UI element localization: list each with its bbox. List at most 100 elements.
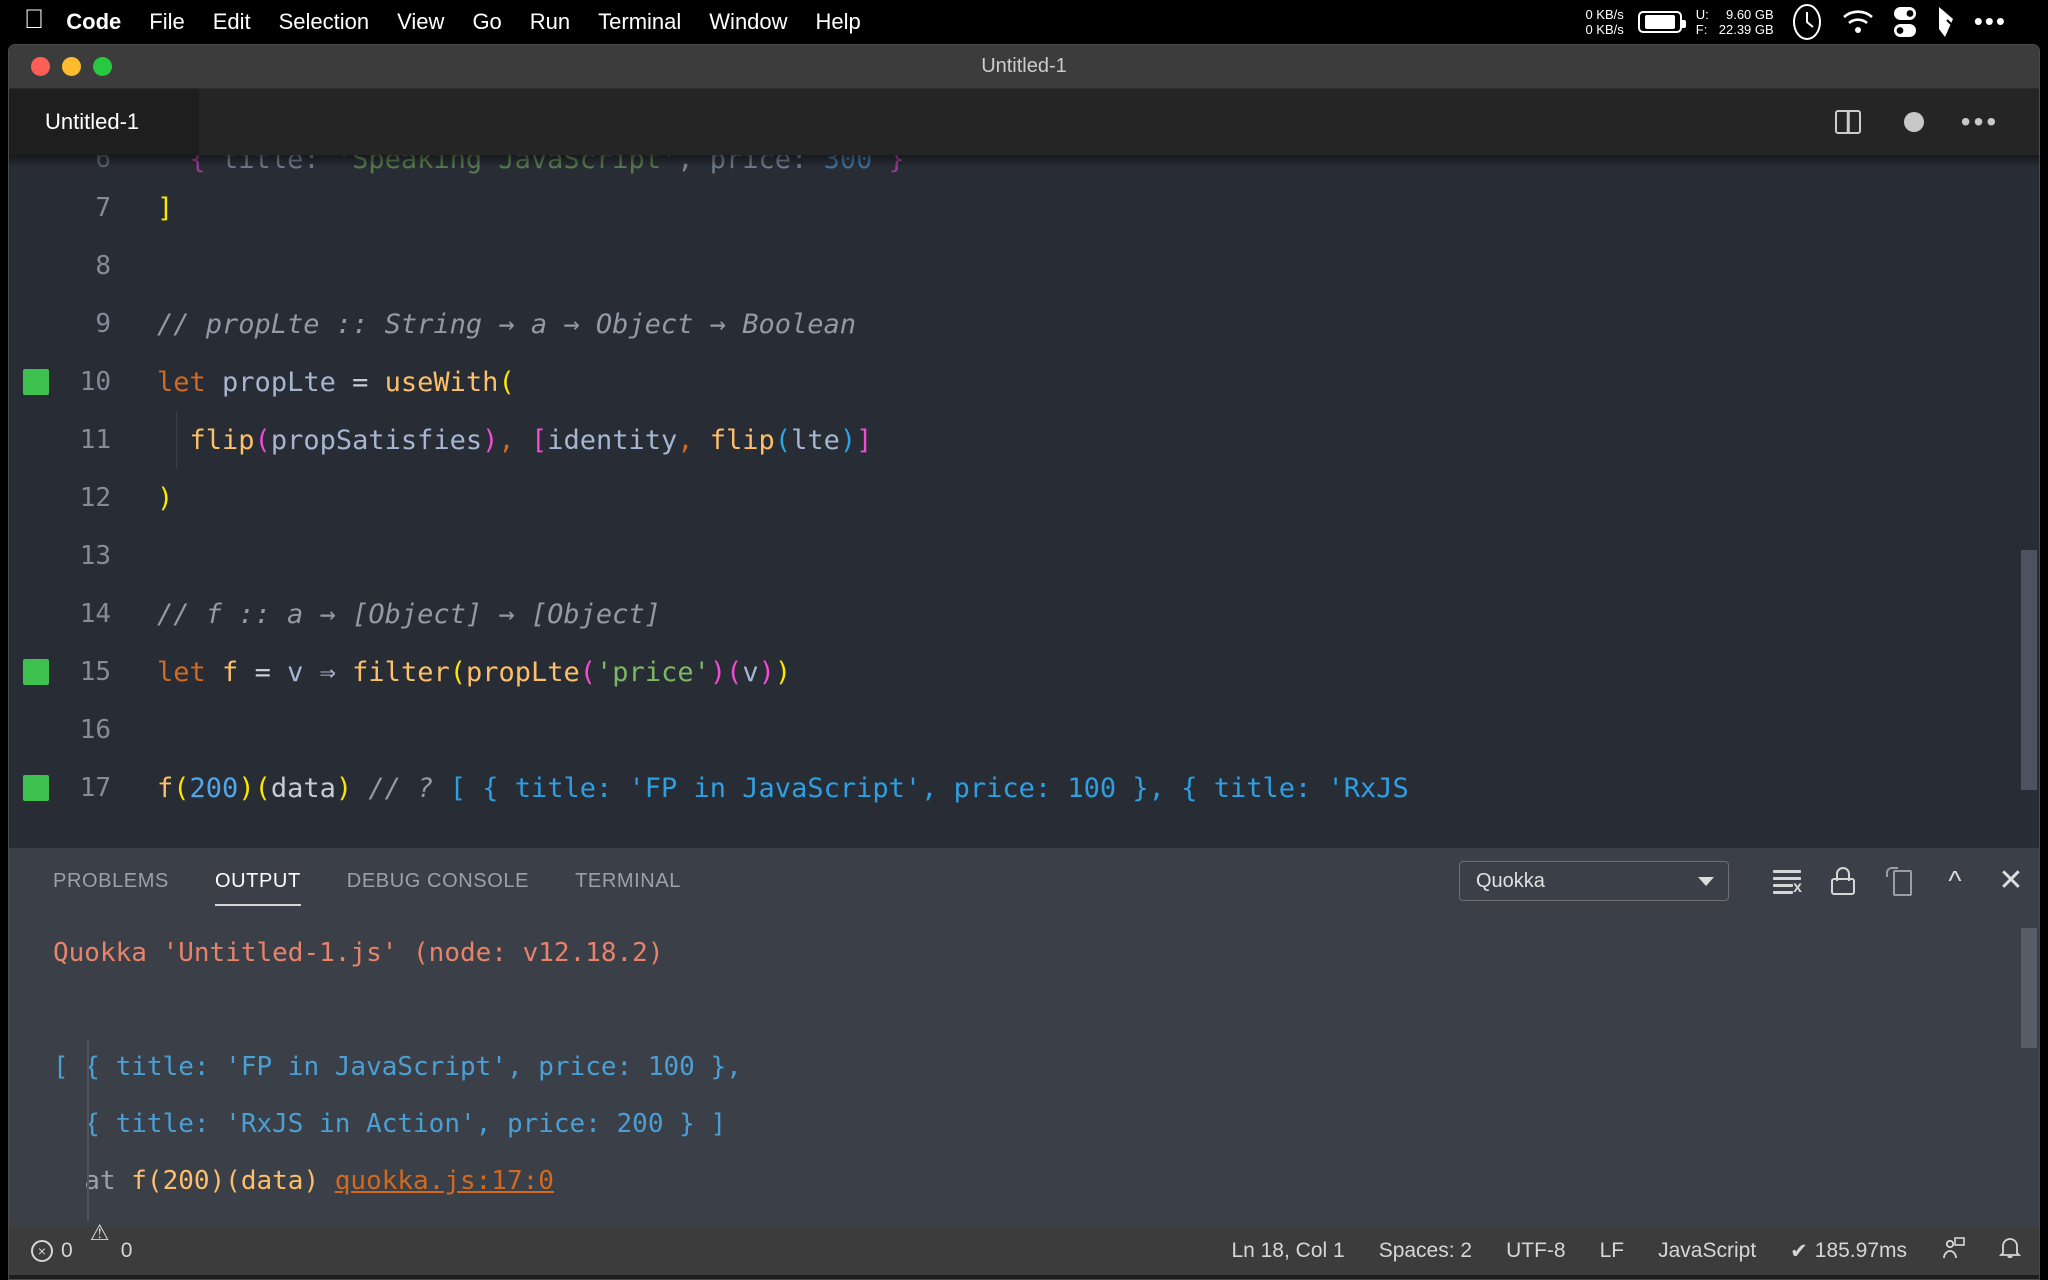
status-feedback-button[interactable] xyxy=(1941,1236,1965,1266)
output-trace-call: f(200)(data) xyxy=(131,1165,335,1196)
feedback-person-icon xyxy=(1941,1236,1965,1266)
close-panel-button[interactable]: ✕ xyxy=(1983,848,2039,914)
status-encoding[interactable]: UTF-8 xyxy=(1506,1239,1566,1263)
editor-tab-untitled-1[interactable]: Untitled-1 xyxy=(9,89,199,155)
menu-item-go[interactable]: Go xyxy=(472,9,501,35)
menu-item-file[interactable]: File xyxy=(149,9,184,35)
memory-free-value: 22.39 GB xyxy=(1718,22,1774,37)
maximize-window-button[interactable] xyxy=(93,57,112,76)
code-line-15[interactable]: 15 let f = v ⇒ filter(propLte('price')(v… xyxy=(9,643,2039,701)
code-line-17[interactable]: 17 f(200)(data) // ? [ { title: 'FP in J… xyxy=(9,759,2039,817)
menu-item-help[interactable]: Help xyxy=(816,9,861,35)
status-warning-count: 0 xyxy=(120,1239,133,1262)
code-line-10[interactable]: 10 let propLte = useWith( xyxy=(9,353,2039,411)
code-token-paren-open-5: ( xyxy=(726,656,743,688)
menu-item-terminal[interactable]: Terminal xyxy=(598,9,681,35)
open-output-in-editor-button[interactable] xyxy=(1871,848,1927,914)
status-language-mode[interactable]: JavaScript xyxy=(1658,1239,1756,1263)
status-eol[interactable]: LF xyxy=(1600,1239,1625,1263)
unsaved-dot-icon xyxy=(1904,112,1924,132)
output-trace-at: at xyxy=(84,1165,132,1196)
apple-menu-icon[interactable]:  xyxy=(24,5,44,33)
code-token-data: data xyxy=(270,772,336,804)
split-editor-button[interactable] xyxy=(1815,89,1881,155)
output-channel-select[interactable]: Quokka xyxy=(1459,861,1729,901)
tab-bar-filler xyxy=(199,89,1815,155)
menu-item-view[interactable]: View xyxy=(397,9,444,35)
code-line-13[interactable]: 13 xyxy=(9,527,2039,585)
output-trace-link[interactable]: quokka.js:17:0 xyxy=(335,1166,554,1196)
memory-used-label: U: xyxy=(1695,7,1709,22)
minimize-window-button[interactable] xyxy=(62,57,81,76)
code-token-paren-open: ( xyxy=(498,366,515,398)
menu-extras-overflow-icon[interactable]: ••• xyxy=(1974,9,2007,34)
clear-output-icon: x xyxy=(1773,869,1802,896)
battery-icon[interactable] xyxy=(1637,11,1686,33)
code-token-paren-close-3: ) xyxy=(774,656,792,688)
code-token-filter: filter xyxy=(352,656,450,688)
status-cursor-position[interactable]: Ln 18, Col 1 xyxy=(1231,1239,1344,1263)
lock-scroll-button[interactable] xyxy=(1815,848,1871,914)
panel-vertical-scrollbar[interactable] xyxy=(2021,928,2037,1048)
code-token-price-key: price: xyxy=(709,155,808,175)
code-token-propLte-call: propLte xyxy=(465,656,580,688)
code-line-14[interactable]: 14 // f :: a → [Object] → [Object] xyxy=(9,585,2039,643)
code-editor[interactable]: 6 { title: 'Speaking JavaScript', price:… xyxy=(9,155,2039,847)
clock-gauge-icon[interactable] xyxy=(1790,3,1824,41)
menu-item-edit[interactable]: Edit xyxy=(213,9,251,35)
close-icon: ✕ xyxy=(1998,864,2024,897)
window-title-bar: Untitled-1 xyxy=(9,45,2039,89)
editor-vertical-scrollbar[interactable] xyxy=(2021,550,2037,790)
output-result-line-1: [ { title: 'FP in JavaScript', price: 10… xyxy=(53,1038,2039,1095)
panel-tab-output[interactable]: OUTPUT xyxy=(214,848,301,914)
vscode-window: Untitled-1 Untitled-1 ••• 6 { title: 'Sp… xyxy=(8,44,2040,1280)
check-icon: ✔ xyxy=(1790,1239,1808,1263)
menu-item-selection[interactable]: Selection xyxy=(279,9,370,35)
code-line-7[interactable]: 7 ] xyxy=(9,179,2039,237)
clear-output-button[interactable]: x xyxy=(1759,848,1815,914)
panel-tab-problems[interactable]: PROBLEMS xyxy=(53,848,169,914)
maximize-panel-button[interactable]: ^ xyxy=(1927,848,1983,914)
close-window-button[interactable] xyxy=(31,57,50,76)
code-line-12[interactable]: 12 ) xyxy=(9,469,2039,527)
line-number-9: 9 xyxy=(95,309,111,339)
code-token-bracket-open: [ xyxy=(530,424,548,456)
status-error-count: 0 xyxy=(61,1239,73,1262)
quokka-live-marker-icon xyxy=(23,775,49,801)
code-token-paren-close-5: ) xyxy=(758,656,775,688)
status-notifications-button[interactable] xyxy=(1998,1236,2022,1266)
network-download-rate: 0 KB/s xyxy=(1585,22,1624,37)
status-indentation[interactable]: Spaces: 2 xyxy=(1379,1239,1472,1263)
editor-actions: ••• xyxy=(1815,89,2039,155)
code-line-11[interactable]: 11 flip(propSatisfies), [identity, flip(… xyxy=(9,411,2039,469)
network-rate-indicator[interactable]: 0 KB/s 0 KB/s xyxy=(1585,7,1623,37)
indent-guide xyxy=(176,411,177,469)
code-token-close-bracket: ] xyxy=(157,192,174,224)
siri-icon[interactable] xyxy=(1935,6,1957,38)
panel-tab-terminal[interactable]: TERMINAL xyxy=(575,848,681,914)
code-token-paren-close-6: ) xyxy=(238,772,255,804)
quokka-live-marker-icon xyxy=(23,369,49,395)
wifi-icon[interactable] xyxy=(1841,9,1875,35)
unsaved-indicator-button[interactable] xyxy=(1881,89,1947,155)
code-token-paren: ( xyxy=(254,424,271,456)
panel-tab-debug-console[interactable]: DEBUG CONSOLE xyxy=(347,848,529,914)
output-panel-content[interactable]: Quokka 'Untitled-1.js' (node: v12.18.2) … xyxy=(9,914,2039,1227)
code-token-paren-open-7: ( xyxy=(254,772,271,804)
more-actions-button[interactable]: ••• xyxy=(1947,89,2013,155)
status-quokka-timing[interactable]: ✔ 185.97ms xyxy=(1790,1239,1907,1263)
line-number-13: 13 xyxy=(79,541,111,571)
menu-item-run[interactable]: Run xyxy=(530,9,570,35)
status-problems[interactable]: × 0 0 xyxy=(31,1221,133,1263)
code-line-9[interactable]: 9 // propLte :: String → a → Object → Bo… xyxy=(9,295,2039,353)
control-center-icon[interactable] xyxy=(1892,6,1918,38)
menu-item-window[interactable]: Window xyxy=(709,9,787,35)
code-token-let-2: let xyxy=(157,656,206,688)
code-line-16[interactable]: 16 xyxy=(9,701,2039,759)
code-line-8[interactable]: 8 xyxy=(9,237,2039,295)
memory-used-value: 9.60 GB xyxy=(1725,7,1774,22)
code-line-6[interactable]: 6 { title: 'Speaking JavaScript', price:… xyxy=(9,155,2039,179)
memory-indicator[interactable]: U: 9.60 GB F: 22.39 GB xyxy=(1696,7,1774,37)
line-number-11: 11 xyxy=(79,425,111,455)
menu-item-code[interactable]: Code xyxy=(66,9,121,35)
